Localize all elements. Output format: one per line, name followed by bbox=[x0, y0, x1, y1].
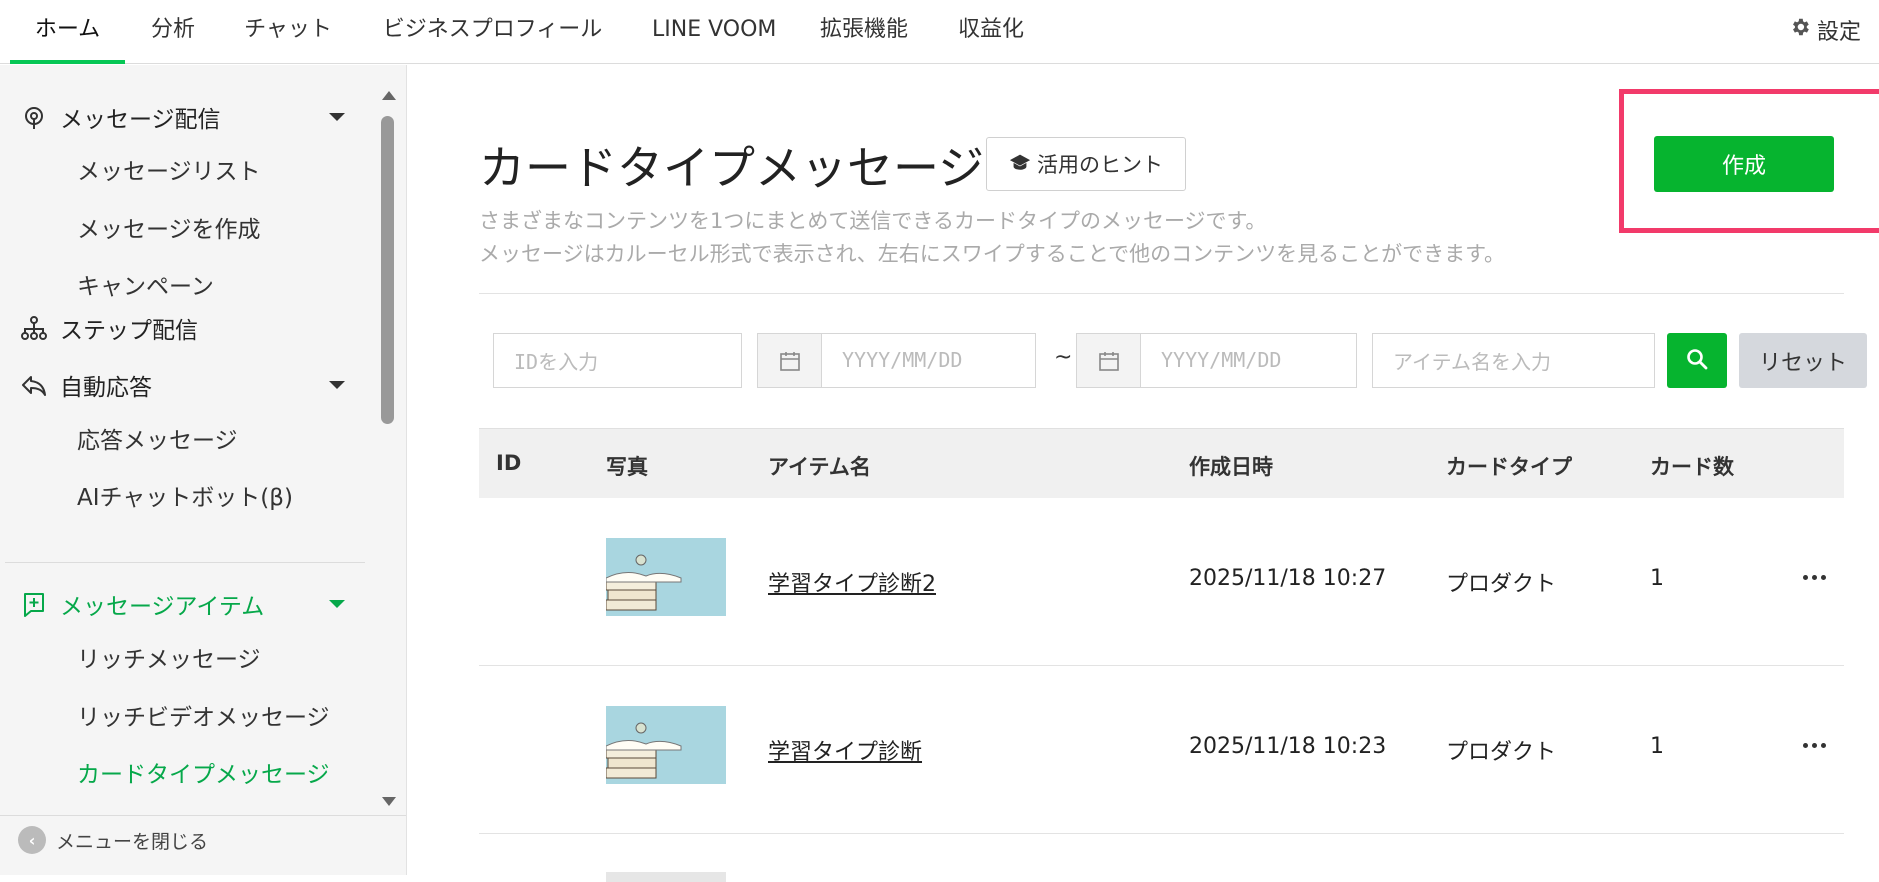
sidebar-group-auto-reply[interactable]: 自動応答 bbox=[18, 365, 353, 405]
tab-chat[interactable]: チャット bbox=[240, 0, 336, 64]
column-header-item-name: アイテム名 bbox=[768, 455, 871, 479]
sidebar-item-reply-message[interactable]: 応答メッセージ bbox=[77, 423, 238, 459]
main-content: カードタイプメッセージ 活用のヒント さまざまなコンテンツを1つにまとめて送信で… bbox=[408, 65, 1879, 882]
reply-icon bbox=[18, 369, 50, 401]
more-options-icon[interactable] bbox=[1803, 740, 1833, 750]
tab-monetization[interactable]: 収益化 bbox=[956, 0, 1026, 64]
scrollbar-thumb[interactable] bbox=[381, 116, 394, 424]
sidebar-item-message-list[interactable]: メッセージリスト bbox=[77, 154, 261, 190]
item-name-link[interactable]: 学習タイプ診断 bbox=[768, 734, 922, 766]
item-thumbnail bbox=[606, 538, 726, 616]
sidebar: メッセージ配信 メッセージリスト メッセージを作成 キャンペーン ステップ配信 … bbox=[0, 65, 407, 875]
calendar-icon[interactable] bbox=[758, 334, 822, 387]
scroll-up-arrow-icon[interactable] bbox=[382, 91, 396, 100]
column-header-card-type: カードタイプ bbox=[1446, 455, 1572, 479]
add-box-icon bbox=[18, 588, 50, 620]
table-row: 学習タイプ診断 2025/11/18 10:23 プロダクト 1 bbox=[479, 666, 1844, 834]
sidebar-group-message-items[interactable]: メッセージアイテム bbox=[18, 584, 353, 624]
page-title: カードタイプメッセージ bbox=[479, 141, 985, 195]
card-type: プロダクト bbox=[1446, 572, 1557, 597]
sidebar-footer: ‹ メニューを閉じる bbox=[0, 815, 406, 875]
column-header-card-count: カード数 bbox=[1650, 455, 1734, 479]
search-icon bbox=[1686, 348, 1708, 374]
card-count: 1 bbox=[1650, 566, 1664, 591]
tab-business-profile[interactable]: ビジネスプロフィール bbox=[380, 0, 605, 64]
item-name-input[interactable]: アイテム名を入力 bbox=[1372, 333, 1655, 388]
create-button[interactable]: 作成 bbox=[1654, 136, 1834, 192]
top-navigation: ホーム 分析 チャット ビジネスプロフィール LINE VOOM 拡張機能 収益… bbox=[0, 0, 1879, 64]
more-options-icon[interactable] bbox=[1803, 572, 1833, 582]
date-from-input[interactable]: YYYY/MM/DD bbox=[757, 333, 1036, 388]
column-header-photo: 写真 bbox=[606, 455, 648, 479]
sidebar-group-label: メッセージアイテム bbox=[60, 594, 265, 620]
sidebar-group-step-delivery[interactable]: ステップ配信 bbox=[18, 308, 353, 348]
created-datetime: 2025/11/18 10:23 bbox=[1189, 734, 1387, 759]
card-count: 1 bbox=[1650, 734, 1664, 759]
close-menu-button[interactable]: ‹ メニューを閉じる bbox=[18, 826, 208, 854]
table-row: 学習タイプ診断2 2025/11/18 10:27 プロダクト 1 bbox=[479, 498, 1844, 666]
description-line-2: メッセージはカルーセル形式で表示され、左右にスワイプすることで他のコンテンツを見… bbox=[479, 242, 1506, 266]
sidebar-group-label: 自動応答 bbox=[60, 375, 152, 401]
caret-down-icon bbox=[329, 113, 345, 121]
section-divider bbox=[479, 293, 1844, 294]
hierarchy-icon bbox=[18, 312, 50, 344]
date-to-input[interactable]: YYYY/MM/DD bbox=[1076, 333, 1357, 388]
caret-down-icon bbox=[329, 381, 345, 389]
sidebar-menu: メッセージ配信 メッセージリスト メッセージを作成 キャンペーン ステップ配信 … bbox=[0, 65, 375, 815]
sidebar-group-message-delivery[interactable]: メッセージ配信 bbox=[18, 97, 353, 137]
settings-label: 設定 bbox=[1816, 20, 1861, 45]
close-menu-label: メニューを閉じる bbox=[56, 830, 209, 853]
card-type: プロダクト bbox=[1446, 740, 1557, 765]
sidebar-group-label: ステップ配信 bbox=[60, 318, 198, 344]
settings-link[interactable]: 設定 bbox=[1789, 14, 1861, 46]
sidebar-item-card-type-message[interactable]: カードタイプメッセージ bbox=[77, 757, 330, 793]
tab-extensions[interactable]: 拡張機能 bbox=[818, 0, 910, 64]
id-input[interactable]: IDを入力 bbox=[493, 333, 742, 388]
sidebar-item-ai-chatbot[interactable]: AIチャットボット(β) bbox=[77, 480, 293, 516]
column-header-id: ID bbox=[496, 451, 522, 475]
sidebar-item-rich-video-message[interactable]: リッチビデオメッセージ bbox=[77, 700, 330, 736]
date-range-separator: ~ bbox=[1054, 345, 1073, 370]
graduation-cap-icon bbox=[1009, 152, 1031, 177]
hint-button[interactable]: 活用のヒント bbox=[986, 137, 1186, 191]
reset-button[interactable]: リセット bbox=[1739, 333, 1867, 388]
scroll-down-arrow-icon[interactable] bbox=[382, 797, 396, 806]
calendar-icon[interactable] bbox=[1077, 334, 1141, 387]
hint-label: 活用のヒント bbox=[1037, 153, 1163, 177]
sidebar-scrollbar[interactable] bbox=[379, 91, 399, 806]
search-button[interactable] bbox=[1667, 333, 1727, 388]
sidebar-group-label: メッセージ配信 bbox=[60, 107, 221, 133]
column-header-created: 作成日時 bbox=[1189, 455, 1273, 479]
sidebar-item-rich-message[interactable]: リッチメッセージ bbox=[77, 642, 261, 678]
caret-down-icon bbox=[329, 600, 345, 608]
item-name-link[interactable]: 学習タイプ診断2 bbox=[768, 566, 936, 598]
date-to-placeholder: YYYY/MM/DD bbox=[1161, 348, 1282, 372]
item-thumbnail bbox=[606, 706, 726, 784]
tab-home[interactable]: ホーム bbox=[10, 0, 125, 64]
broadcast-icon bbox=[18, 101, 50, 133]
chevron-left-icon: ‹ bbox=[18, 826, 46, 854]
sidebar-divider bbox=[5, 562, 365, 563]
created-datetime: 2025/11/18 10:27 bbox=[1189, 566, 1387, 591]
sidebar-item-campaign[interactable]: キャンペーン bbox=[77, 269, 214, 305]
table-header: ID 写真 アイテム名 作成日時 カードタイプ カード数 bbox=[479, 428, 1844, 498]
sidebar-item-create-message[interactable]: メッセージを作成 bbox=[77, 212, 261, 248]
tab-analytics[interactable]: 分析 bbox=[148, 0, 198, 64]
description-line-1: さまざまなコンテンツを1つにまとめて送信できるカードタイプのメッセージです。 bbox=[479, 209, 1267, 233]
gear-icon bbox=[1789, 16, 1811, 44]
item-thumbnail-partial bbox=[606, 872, 726, 882]
date-from-placeholder: YYYY/MM/DD bbox=[842, 348, 963, 372]
tab-line-voom[interactable]: LINE VOOM bbox=[652, 0, 776, 64]
